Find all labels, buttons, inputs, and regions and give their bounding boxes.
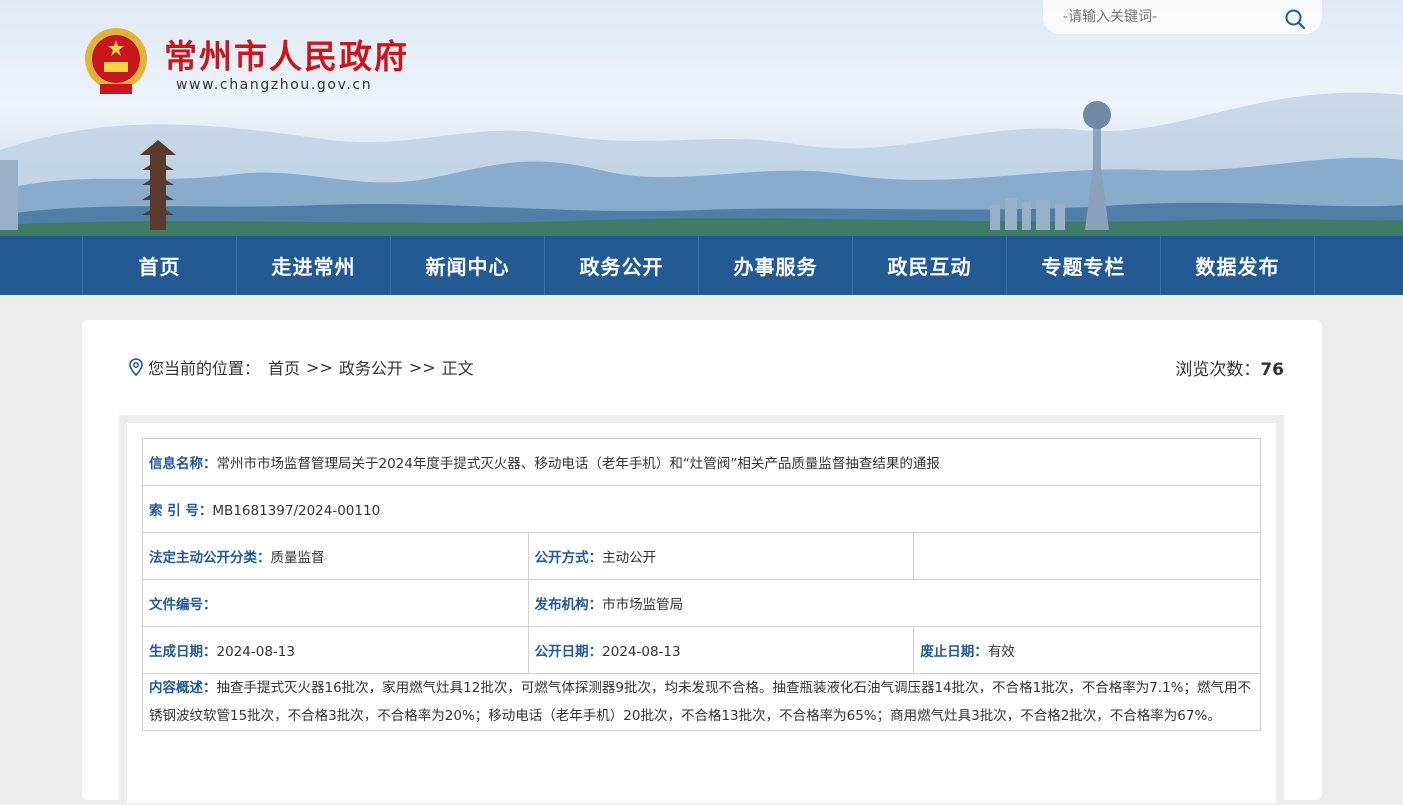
search-input[interactable]	[1061, 6, 1285, 28]
location-pin-icon	[129, 358, 143, 376]
table-row: 法定主动公开分类：质量监督 公开方式：主动公开	[142, 532, 1261, 580]
doc-number-label: 文件编号：	[149, 597, 217, 613]
publisher-label: 发布机构：	[534, 597, 603, 613]
nav-item-about-changzhou[interactable]: 走进常州	[237, 236, 391, 295]
category-value: 质量监督	[270, 550, 325, 566]
published-date-value: 2024-08-13	[602, 644, 681, 660]
content-card: 您当前的位置： 首页 >> 政务公开 >> 正文 浏览次数：76 信息名称：常州…	[82, 320, 1322, 805]
nav-item-interaction[interactable]: 政民互动	[853, 236, 1007, 295]
publisher-cell: 发布机构：市市场监管局	[527, 579, 1262, 627]
info-table: 信息名称：常州市市场监督管理局关于2024年度手提式灭火器、移动电话（老年手机）…	[142, 438, 1262, 731]
header-banner: 常州市人民政府 www.changzhou.gov.cn	[0, 0, 1403, 236]
created-date-label: 生成日期：	[149, 644, 217, 660]
index-label: 索 引 号：	[149, 503, 213, 519]
search-icon[interactable]	[1284, 8, 1306, 30]
title-cell: 信息名称：常州市市场监督管理局关于2024年度手提式灭火器、移动电话（老年手机）…	[142, 438, 1261, 486]
nav-item-home[interactable]: 首页	[83, 236, 237, 295]
doc-number-cell: 文件编号：	[142, 579, 529, 627]
summary-cell: 内容概述：抽查手提式灭火器16批次，家用燃气灶具12批次，可燃气体探测器9批次，…	[142, 673, 1261, 731]
nav-item-data-release[interactable]: 数据发布	[1161, 236, 1315, 295]
expiry-date-value: 有效	[987, 644, 1015, 660]
title-value: 常州市市场监督管理局关于2024年度手提式灭火器、移动电话（老年手机）和“灶管阀…	[216, 456, 940, 472]
table-row: 生成日期：2024-08-13 公开日期：2024-08-13 废止日期：有效	[142, 626, 1261, 674]
summary-label: 内容概述：	[149, 680, 217, 696]
open-mode-label: 公开方式：	[534, 550, 603, 566]
view-count-value: 76	[1260, 360, 1284, 380]
open-mode-cell: 公开方式：主动公开	[527, 532, 915, 580]
info-panel: 信息名称：常州市市场监督管理局关于2024年度手提式灭火器、移动电话（老年手机）…	[119, 415, 1284, 805]
open-mode-value: 主动公开	[602, 550, 657, 566]
publisher-value: 市市场监管局	[602, 597, 684, 613]
created-date-cell: 生成日期：2024-08-13	[142, 626, 529, 674]
table-row: 内容概述：抽查手提式灭火器16批次，家用燃气灶具12批次，可燃气体探测器9批次，…	[142, 673, 1261, 731]
breadcrumb-separator: >>	[408, 357, 436, 377]
summary-value: 抽查手提式灭火器16批次，家用燃气灶具12批次，可燃气体探测器9批次，均未发现不…	[149, 680, 1252, 724]
empty-cell	[913, 532, 1261, 580]
table-row: 索 引 号：MB1681397/2024-00110	[142, 485, 1261, 533]
expiry-date-label: 废止日期：	[920, 644, 988, 660]
breadcrumb-government-link[interactable]: 政务公开	[339, 355, 403, 379]
breadcrumb-home-link[interactable]: 首页	[268, 355, 300, 379]
main-nav: 首页 走进常州 新闻中心 政务公开 办事服务 政民互动 专题专栏 数据发布	[0, 236, 1403, 295]
index-value: MB1681397/2024-00110	[212, 503, 381, 519]
site-url: www.changzhou.gov.cn	[176, 77, 373, 93]
national-emblem-icon[interactable]	[82, 26, 150, 96]
nav-item-special-topics[interactable]: 专题专栏	[1007, 236, 1161, 295]
published-date-cell: 公开日期：2024-08-13	[527, 626, 915, 674]
published-date-label: 公开日期：	[534, 644, 603, 660]
nav-item-services[interactable]: 办事服务	[699, 236, 853, 295]
title-label: 信息名称：	[149, 456, 217, 472]
created-date-value: 2024-08-13	[216, 644, 295, 660]
nav-item-government-affairs[interactable]: 政务公开	[545, 236, 699, 295]
breadcrumb-separator: >>	[306, 357, 333, 377]
search-box	[1043, 0, 1322, 34]
category-label: 法定主动公开分类：	[149, 550, 271, 566]
site-title[interactable]: 常州市人民政府	[164, 30, 409, 78]
table-row: 信息名称：常州市市场监督管理局关于2024年度手提式灭火器、移动电话（老年手机）…	[142, 438, 1261, 486]
index-cell: 索 引 号：MB1681397/2024-00110	[142, 485, 1261, 533]
table-row: 文件编号： 发布机构：市市场监管局	[142, 579, 1262, 627]
expiry-date-cell: 废止日期：有效	[913, 626, 1261, 674]
breadcrumb: 您当前的位置： 首页 >> 政务公开 >> 正文	[128, 355, 474, 379]
view-count: 浏览次数：76	[1175, 355, 1284, 380]
info-panel-inner: 信息名称：常州市市场监督管理局关于2024年度手提式灭火器、移动电话（老年手机）…	[127, 423, 1276, 803]
nav-item-news-center[interactable]: 新闻中心	[391, 236, 545, 295]
view-count-label: 浏览次数：	[1175, 360, 1261, 380]
breadcrumb-current: 正文	[441, 359, 474, 378]
category-cell: 法定主动公开分类：质量监督	[142, 532, 529, 580]
breadcrumb-prefix: 您当前的位置：	[148, 359, 261, 378]
